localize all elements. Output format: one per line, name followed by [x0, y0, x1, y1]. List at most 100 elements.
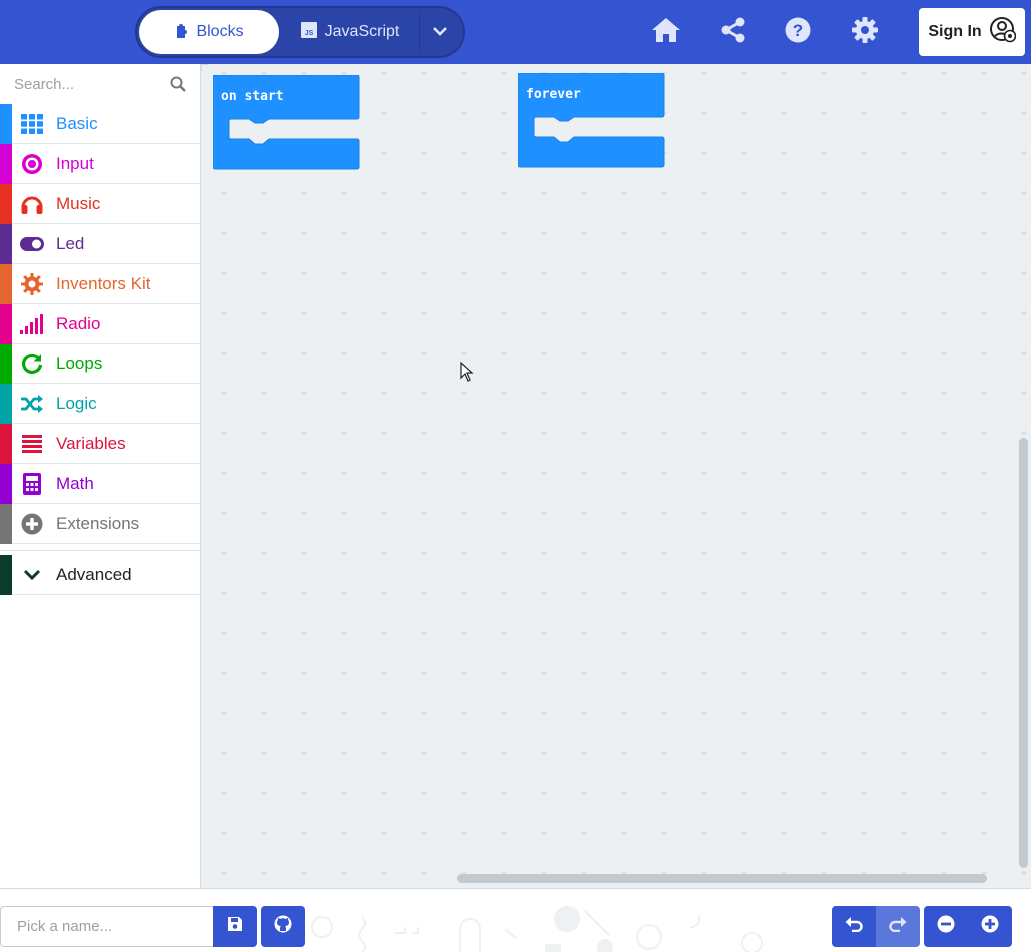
- category-label: Math: [56, 473, 94, 493]
- user-settings-icon: [989, 16, 1016, 48]
- save-icon: [227, 916, 243, 937]
- category-label: Music: [56, 193, 101, 213]
- grid-icon: [12, 113, 52, 134]
- zoom-in-icon: [981, 915, 999, 938]
- svg-text:?: ?: [793, 21, 803, 40]
- zoom-out-button[interactable]: [924, 906, 968, 947]
- category-label: Extensions: [56, 513, 140, 533]
- github-icon: [274, 915, 292, 938]
- category-label: Variables: [56, 433, 126, 453]
- category-color-bar: [0, 183, 12, 224]
- list-icon: [12, 434, 52, 453]
- redo-icon: [889, 916, 907, 937]
- zoom-in-button[interactable]: [968, 906, 1012, 947]
- mode-dropdown-button[interactable]: [419, 10, 459, 54]
- zoom-out-icon: [937, 915, 955, 938]
- category-label: Basic: [56, 113, 98, 133]
- horizontal-scrollbar[interactable]: [457, 874, 987, 883]
- category-basic[interactable]: Basic: [0, 103, 200, 144]
- category-color-bar: [0, 343, 12, 384]
- grid-marks: [221, 70, 1027, 876]
- category-math[interactable]: Math: [0, 463, 200, 504]
- workspace-grid: [221, 70, 1027, 876]
- home-icon: [651, 17, 681, 48]
- category-label: Loops: [56, 353, 103, 373]
- refresh-icon: [12, 353, 52, 375]
- category-color-bar: [0, 143, 12, 184]
- save-button[interactable]: [213, 906, 257, 947]
- top-toolbar: Blocks JS JavaScript ? Sign In: [0, 0, 1031, 64]
- bottom-bar: [0, 888, 1031, 952]
- tab-blocks-label: Blocks: [196, 23, 244, 40]
- sidebar-divider: [0, 550, 200, 551]
- blocks-workspace[interactable]: on start forever: [201, 64, 1031, 888]
- category-color-bar: [0, 423, 12, 464]
- tab-blocks[interactable]: Blocks: [139, 10, 279, 54]
- toolbox-search: [0, 64, 200, 104]
- home-button[interactable]: [648, 14, 684, 50]
- category-music[interactable]: Music: [0, 183, 200, 224]
- category-color-bar: [0, 463, 12, 504]
- project-name-input[interactable]: [0, 906, 213, 947]
- category-label: Advanced: [56, 564, 132, 584]
- category-color-bar: [0, 503, 12, 544]
- share-button[interactable]: [715, 14, 751, 50]
- cog-icon: [12, 272, 52, 295]
- category-color-bar: [0, 263, 12, 304]
- category-color-bar: [0, 383, 12, 424]
- category-led[interactable]: Led: [0, 223, 200, 264]
- signal-bars-icon: [12, 313, 52, 334]
- search-input[interactable]: [14, 72, 164, 96]
- on-start-block-label: on start: [221, 89, 284, 104]
- category-advanced[interactable]: Advanced: [0, 554, 200, 595]
- js-file-icon: JS: [300, 21, 317, 43]
- sign-in-button[interactable]: Sign In: [919, 8, 1025, 56]
- sign-in-label: Sign In: [928, 23, 982, 40]
- category-color-bar: [0, 554, 12, 595]
- help-button[interactable]: ?: [780, 14, 816, 50]
- svg-text:JS: JS: [304, 30, 313, 37]
- category-label: Input: [56, 153, 94, 173]
- category-label: Led: [56, 233, 85, 253]
- category-extensions[interactable]: Extensions: [0, 503, 200, 544]
- radio-button-icon: [12, 153, 52, 175]
- toggle-icon: [12, 236, 52, 251]
- settings-button[interactable]: [847, 14, 883, 50]
- calculator-icon: [12, 472, 52, 495]
- category-color-bar: [0, 103, 12, 144]
- vertical-scrollbar[interactable]: [1019, 438, 1028, 868]
- category-label: Inventors Kit: [56, 273, 151, 293]
- puzzle-icon: [174, 22, 188, 43]
- category-logic[interactable]: Logic: [0, 383, 200, 424]
- background-decoration: [311, 906, 763, 952]
- category-label: Radio: [56, 313, 101, 333]
- tab-javascript-label: JavaScript: [324, 23, 400, 40]
- category-input[interactable]: Input: [0, 143, 200, 184]
- forever-block-label: forever: [526, 87, 581, 102]
- on-start-block[interactable]: on start: [212, 74, 360, 176]
- category-variables[interactable]: Variables: [0, 423, 200, 464]
- headphones-icon: [12, 194, 52, 214]
- search-icon[interactable]: [170, 76, 186, 97]
- editor-mode-switch: Blocks JS JavaScript: [135, 6, 465, 58]
- share-icon: [721, 17, 745, 48]
- undo-button[interactable]: [832, 906, 876, 947]
- category-color-bar: [0, 303, 12, 344]
- chevron-down-icon: [12, 569, 52, 581]
- tab-javascript[interactable]: JS JavaScript: [285, 10, 415, 54]
- gear-icon: [852, 16, 878, 48]
- category-inventors-kit[interactable]: Inventors Kit: [0, 263, 200, 304]
- category-label: Logic: [56, 393, 97, 413]
- github-button[interactable]: [261, 906, 305, 947]
- plus-circle-icon: [12, 513, 52, 535]
- mouse-cursor-icon: [460, 361, 474, 387]
- undo-icon: [845, 916, 863, 937]
- shuffle-icon: [12, 394, 52, 413]
- forever-block[interactable]: forever: [517, 72, 665, 174]
- category-radio[interactable]: Radio: [0, 303, 200, 344]
- redo-button[interactable]: [876, 906, 920, 947]
- category-loops[interactable]: Loops: [0, 343, 200, 384]
- help-icon: ?: [785, 17, 811, 48]
- category-color-bar: [0, 223, 12, 264]
- chevron-down-icon: [432, 23, 447, 41]
